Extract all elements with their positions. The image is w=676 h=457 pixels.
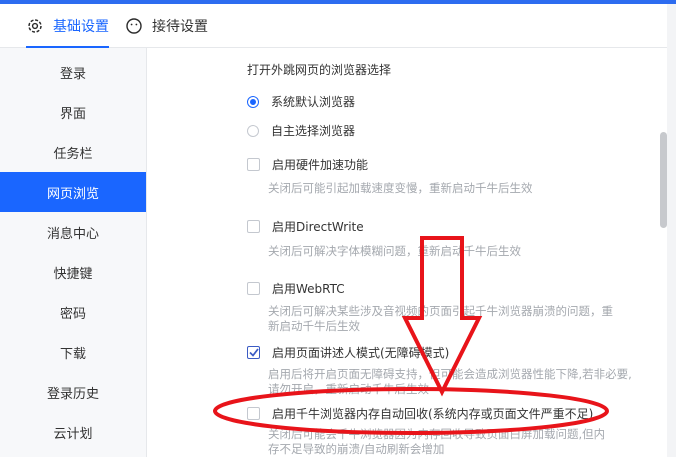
settings-sidebar: 登录 界面 任务栏 网页浏览 消息中心 快捷键 密码 下载 登录历史 云计划 <box>0 48 147 457</box>
sidebar-item-label: 登录 <box>59 66 86 82</box>
checkbox-label: 启用页面讲述人模式(无障碍模式) <box>272 346 450 360</box>
settings-panel: 基础设置 接待设置 登录 界面 任务栏 网页浏览 消息中心 快捷键 密码 下载 … <box>0 4 667 457</box>
option-description: 关闭后可解决字体模糊问题，重新启动千牛后生效 <box>268 244 521 258</box>
checkbox[interactable] <box>247 282 260 295</box>
sidebar-item-cloud-plan[interactable]: 云计划 <box>0 412 146 452</box>
sidebar-item-label: 界面 <box>59 106 86 122</box>
sidebar-item-label: 下载 <box>59 346 86 362</box>
radio-custom-browser[interactable]: 自主选择浏览器 <box>247 122 355 139</box>
checkbox[interactable] <box>247 158 260 171</box>
tab-bar: 基础设置 接待设置 <box>0 4 667 48</box>
checkbox-directwrite[interactable]: 启用DirectWrite <box>247 218 364 235</box>
checkbox-label: 启用WebRTC <box>272 282 345 296</box>
sidebar-item-download[interactable]: 下载 <box>0 332 146 372</box>
checkbox-label: 启用硬件加速功能 <box>272 158 369 172</box>
settings-content: 打开外跳网页的浏览器选择 系统默认浏览器 自主选择浏览器 启用硬件加速功能 关闭… <box>147 48 667 457</box>
sidebar-item-web-browsing[interactable]: 网页浏览 <box>0 172 146 212</box>
smiley-icon <box>125 17 143 35</box>
option-description: 关闭后可能引起加载速度变慢，重新启动千牛后生效 <box>268 181 533 195</box>
option-description: 启用后将开启页面无障碍支持，但可能会造成浏览器性能下降,若非必要, 请勿开启，重… <box>268 367 632 396</box>
section-title: 打开外跳网页的浏览器选择 <box>247 63 392 77</box>
sidebar-item-label: 消息中心 <box>46 226 99 242</box>
sidebar-item-label: 登录历史 <box>46 386 99 402</box>
sidebar-item-login[interactable]: 登录 <box>0 52 146 92</box>
option-description: 关闭后可能会千牛浏览器因为内存回收导致页面白屏加载问题,但内 存不足导致的崩溃/… <box>268 427 606 456</box>
scrollbar-thumb[interactable] <box>660 132 667 228</box>
radio-button[interactable] <box>247 95 259 108</box>
checkmark-icon <box>248 348 259 357</box>
sidebar-item-shortcuts[interactable]: 快捷键 <box>0 252 146 292</box>
option-description: 关闭后可解决某些涉及音视频的页面引起千牛浏览器崩溃的问题，重 新启动千牛后生效 <box>268 304 613 333</box>
tab-label: 基础设置 <box>53 18 109 35</box>
sidebar-item-password[interactable]: 密码 <box>0 292 146 332</box>
radio-label: 系统默认浏览器 <box>271 95 356 109</box>
sidebar-item-taskbar[interactable]: 任务栏 <box>0 132 146 172</box>
tab-reception-settings[interactable]: 接待设置 <box>125 4 208 47</box>
sidebar-item-label: 网页浏览 <box>46 186 99 202</box>
sidebar-item-label: 云计划 <box>53 426 93 442</box>
sidebar-item-login-history[interactable]: 登录历史 <box>0 372 146 412</box>
sidebar-item-message-center[interactable]: 消息中心 <box>0 212 146 252</box>
checkbox[interactable] <box>247 346 260 359</box>
radio-label: 自主选择浏览器 <box>271 124 356 138</box>
tab-basic-settings[interactable]: 基础设置 <box>26 4 109 48</box>
checkbox-narrator-mode[interactable]: 启用页面讲述人模式(无障碍模式) <box>247 344 449 361</box>
checkbox-label: 启用千牛浏览器内存自动回收(系统内存或页面文件严重不足) <box>272 407 594 421</box>
radio-system-default-browser[interactable]: 系统默认浏览器 <box>247 93 355 110</box>
radio-button[interactable] <box>247 124 259 137</box>
sidebar-item-interface[interactable]: 界面 <box>0 92 146 132</box>
checkbox-memory-auto-recycle[interactable]: 启用千牛浏览器内存自动回收(系统内存或页面文件严重不足) <box>247 405 593 422</box>
gear-icon <box>26 17 44 35</box>
checkbox-webrtc[interactable]: 启用WebRTC <box>247 280 345 297</box>
checkbox-label: 启用DirectWrite <box>272 220 364 234</box>
sidebar-item-label: 密码 <box>59 306 86 322</box>
sidebar-item-label: 快捷键 <box>53 266 93 282</box>
checkbox-hardware-acceleration[interactable]: 启用硬件加速功能 <box>247 156 368 173</box>
checkbox[interactable] <box>247 220 260 233</box>
sidebar-item-label: 任务栏 <box>53 146 93 162</box>
checkbox[interactable] <box>247 407 260 420</box>
tab-label: 接待设置 <box>152 18 208 35</box>
